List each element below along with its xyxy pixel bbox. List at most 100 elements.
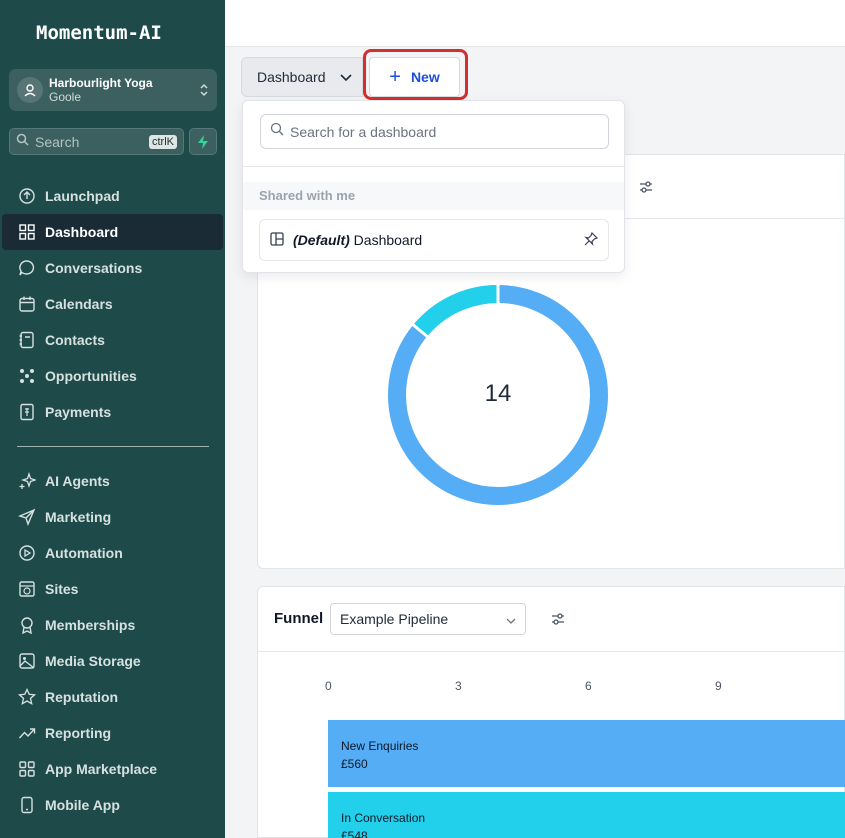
nav-item-label: Opportunities: [45, 368, 137, 384]
nav-item-label: Mobile App: [45, 797, 120, 813]
dashboard-dropdown: Search for a dashboard Shared with me (D…: [242, 100, 625, 273]
top-header: [225, 0, 845, 47]
funnel-stage-value: £548: [341, 829, 368, 838]
dashboard-search-placeholder: Search for a dashboard: [290, 123, 437, 140]
nav-item-opportunities[interactable]: Opportunities: [0, 358, 225, 394]
image-icon: [17, 651, 37, 671]
search-shortcut: ctrlK: [149, 134, 177, 149]
funnel-header-divider: [257, 651, 845, 652]
highlight-box: [363, 49, 468, 100]
account-switcher[interactable]: Harbourlight Yoga Goole: [9, 69, 217, 111]
nav-item-label: Launchpad: [45, 188, 120, 204]
contacts-icon: [17, 330, 37, 350]
nav-item-label: Contacts: [45, 332, 105, 348]
payments-icon: [17, 402, 37, 422]
nav-item-label: Automation: [45, 545, 123, 561]
dropdown-divider: [243, 166, 624, 167]
funnel-stage-value: £560: [341, 757, 368, 771]
app-logo: Momentum-AI: [36, 22, 162, 44]
nav-item-contacts[interactable]: Contacts: [0, 322, 225, 358]
nav-item-conversations[interactable]: Conversations: [0, 250, 225, 286]
chat-icon: [17, 258, 37, 278]
bolt-icon: [198, 134, 208, 149]
secondary-nav: AI Agents Marketing Automation Sites Mem…: [0, 463, 225, 823]
automation-icon: [17, 543, 37, 563]
nav-item-label: Marketing: [45, 509, 112, 525]
opportunities-icon: [17, 366, 37, 386]
nav-item-reputation[interactable]: Reputation: [0, 679, 225, 715]
axis-tick: 9: [715, 679, 722, 693]
sidebar: Momentum-AI Harbourlight Yoga Goole Sear…: [0, 0, 225, 838]
dashboard-list-item[interactable]: (Default) Dashboard: [259, 219, 609, 261]
nav-item-media-storage[interactable]: Media Storage: [0, 643, 225, 679]
nav-item-memberships[interactable]: Memberships: [0, 607, 225, 643]
location-icon: [17, 77, 43, 103]
nav-item-label: App Marketplace: [45, 761, 158, 777]
layout-icon: [270, 231, 284, 249]
search-icon: [16, 133, 29, 151]
nav-item-marketing[interactable]: Marketing: [0, 499, 225, 535]
pin-icon[interactable]: [584, 231, 599, 249]
nav-item-reporting[interactable]: Reporting: [0, 715, 225, 751]
quick-action-button[interactable]: [189, 128, 217, 155]
donut-center-value: 14: [484, 380, 512, 407]
funnel-bar[interactable]: New Enquiries £560: [328, 720, 845, 787]
nav-item-mobile-app[interactable]: Mobile App: [0, 787, 225, 823]
funnel-stage-name: New Enquiries: [341, 739, 419, 753]
chevron-updown-icon: [199, 82, 209, 98]
nav-item-sites[interactable]: Sites: [0, 571, 225, 607]
send-icon: [17, 507, 37, 527]
nav-item-automation[interactable]: Automation: [0, 535, 225, 571]
sidebar-search[interactable]: Search ctrlK: [9, 128, 184, 155]
rocket-icon: [17, 186, 37, 206]
search-placeholder: Search: [35, 133, 80, 150]
nav-item-app-marketplace[interactable]: App Marketplace: [0, 751, 225, 787]
pipeline-select-value: Example Pipeline: [340, 611, 449, 627]
calendar-icon: [17, 294, 37, 314]
pipeline-select[interactable]: Example Pipeline: [330, 603, 526, 635]
nav-item-label: Memberships: [45, 617, 136, 633]
star-icon: [17, 687, 37, 707]
nav-item-ai-agents[interactable]: AI Agents: [0, 463, 225, 499]
nav-item-label: Conversations: [45, 260, 143, 276]
nav-item-label: Reputation: [45, 689, 119, 705]
dashboard-name: Dashboard: [353, 232, 423, 248]
nav-item-dashboard[interactable]: Dashboard: [2, 214, 223, 250]
nav-item-label: AI Agents: [45, 473, 110, 489]
globe-icon: [17, 579, 37, 599]
funnel-bar[interactable]: In Conversation £548: [328, 792, 845, 838]
nav-item-launchpad[interactable]: Launchpad: [0, 178, 225, 214]
dashboard-search-input[interactable]: Search for a dashboard: [260, 114, 609, 149]
section-label: Shared with me: [243, 182, 624, 210]
trend-icon: [17, 723, 37, 743]
dashboard-select-label: Dashboard: [257, 69, 326, 85]
nav-item-calendars[interactable]: Calendars: [0, 286, 225, 322]
axis-tick: 6: [585, 679, 592, 693]
nav-item-label: Calendars: [45, 296, 113, 312]
primary-nav: Launchpad Dashboard Conversations Calend…: [0, 178, 225, 430]
nav-item-label: Payments: [45, 404, 112, 420]
account-name: Harbourlight Yoga: [49, 76, 153, 90]
grid-icon: [17, 222, 37, 242]
nav-item-label: Sites: [45, 581, 79, 597]
apps-icon: [17, 759, 37, 779]
funnel-title: Funnel: [274, 610, 324, 627]
chevron-down-icon: [506, 611, 516, 627]
axis-tick: 0: [325, 679, 332, 693]
award-icon: [17, 615, 37, 635]
sparkle-icon: [17, 471, 37, 491]
axis-tick: 3: [455, 679, 462, 693]
nav-item-payments[interactable]: Payments: [0, 394, 225, 430]
filter-icon[interactable]: [549, 610, 567, 633]
mobile-icon: [17, 795, 37, 815]
funnel-stage-name: In Conversation: [341, 811, 426, 825]
search-icon: [270, 122, 284, 141]
dashboard-select-button[interactable]: Dashboard: [241, 57, 363, 97]
account-location: Goole: [49, 90, 82, 104]
nav-item-label: Media Storage: [45, 653, 141, 669]
nav-item-label: Reporting: [45, 725, 112, 741]
chevron-down-icon: [339, 69, 352, 85]
sidebar-divider: [17, 446, 209, 447]
filter-icon[interactable]: [637, 178, 655, 201]
default-tag: (Default): [293, 232, 350, 248]
